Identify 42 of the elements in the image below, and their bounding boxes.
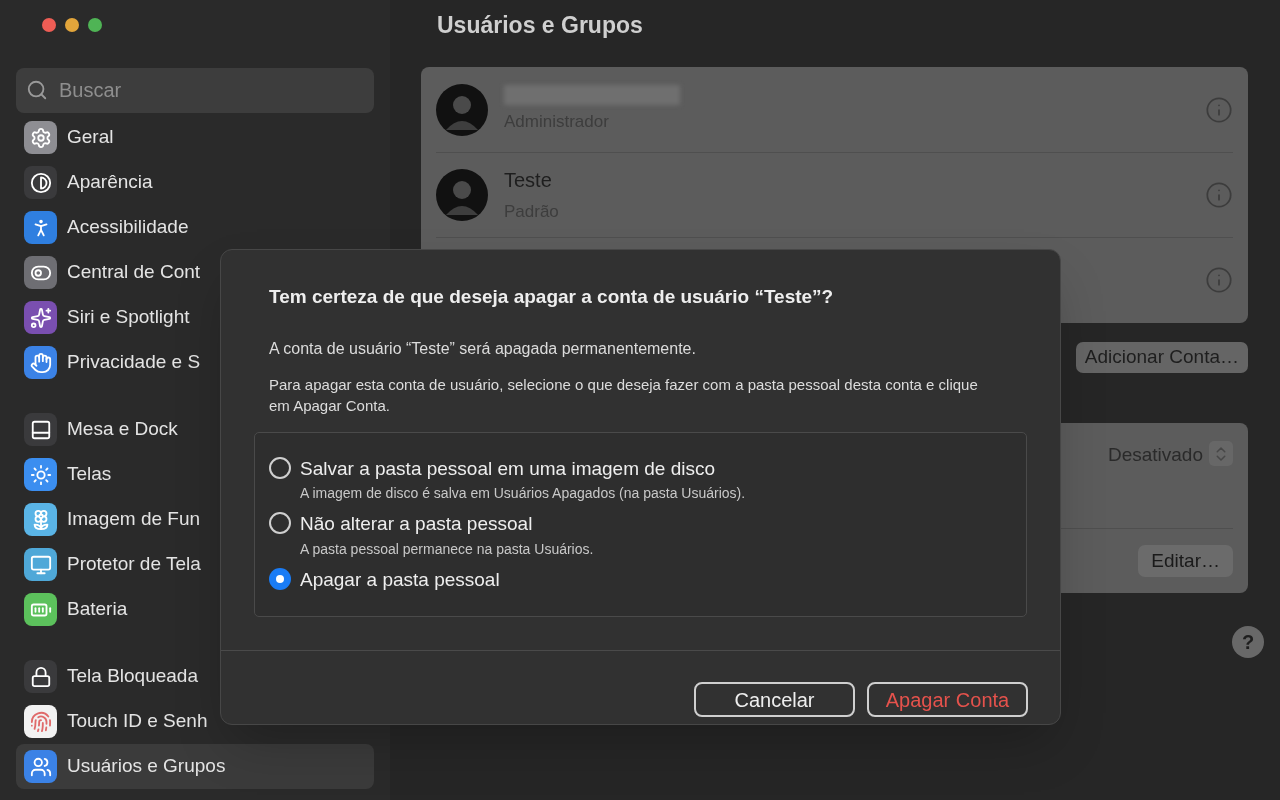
close-window-button[interactable] bbox=[42, 18, 56, 32]
sidebar-label: Tela Bloqueada bbox=[67, 664, 198, 689]
option-description: A imagem de disco é salva em Usuários Apagados (na pasta Usuários). bbox=[300, 484, 746, 503]
sidebar-label: Geral bbox=[67, 125, 114, 150]
sidebar-item[interactable]: Usuários e Grupos bbox=[16, 744, 374, 789]
delete-account-button[interactable]: Apagar Conta bbox=[867, 682, 1028, 717]
radio-button[interactable] bbox=[269, 456, 291, 479]
dialog-message: A conta de usuário “Teste” será apagada permanentemente. bbox=[269, 338, 697, 359]
option-label[interactable]: Não alterar a pasta pessoal bbox=[300, 510, 594, 539]
sidebar-label: Aparência bbox=[67, 170, 153, 195]
sidebar-item[interactable]: Geral bbox=[16, 115, 374, 160]
sidebar-item[interactable]: Touch ID e Senh bbox=[16, 699, 374, 744]
sidebar-item[interactable]: Tela Bloqueada bbox=[16, 654, 374, 699]
radio-button[interactable] bbox=[269, 512, 291, 534]
sidebar-label: Protetor de Tela bbox=[67, 552, 201, 577]
dialog-title: Tem certeza de que deseja apagar a conta de usuário “Teste”? bbox=[269, 285, 835, 309]
sidebar-label: Central de Cont bbox=[67, 260, 201, 285]
sidebar-label: Mesa e Dock bbox=[67, 417, 178, 442]
sidebar-label: Imagem de Fun bbox=[67, 507, 201, 532]
sidebar-label: Telas bbox=[67, 462, 112, 487]
option-label[interactable]: Apagar a pasta pessoal bbox=[300, 565, 500, 594]
search-icon bbox=[26, 79, 48, 101]
dialog-instructions: Para apagar esta conta de usuário, selecione o que deseja fazer com a pasta pessoal desta conta e clique em Apagar Conta. bbox=[269, 374, 979, 416]
avatar-icon bbox=[436, 169, 488, 221]
account-name: Teste bbox=[504, 168, 553, 194]
radio-button[interactable] bbox=[269, 567, 291, 590]
option-description: A pasta pessoal permanece na pasta Usuários. bbox=[300, 539, 594, 559]
minimize-window-button[interactable] bbox=[65, 18, 79, 32]
option-label[interactable]: Salvar a pasta pessoal em uma imagem de disco bbox=[300, 454, 746, 483]
search-field[interactable]: Buscar bbox=[16, 68, 374, 113]
cancel-button[interactable]: Cancelar bbox=[694, 682, 855, 717]
window-title: Usuários e Grupos bbox=[437, 10, 643, 40]
sidebar-item[interactable]: Acessibilidade bbox=[16, 205, 374, 250]
sidebar-label: Privacidade e S bbox=[67, 350, 201, 375]
sidebar-label: Siri e Spotlight bbox=[67, 305, 190, 330]
zoom-window-button[interactable] bbox=[88, 18, 102, 32]
sidebar-label: Usuários e Grupos bbox=[67, 754, 226, 779]
sidebar-item[interactable]: Aparência bbox=[16, 160, 374, 205]
avatar-icon bbox=[436, 83, 488, 136]
sidebar-label: Touch ID e Senh bbox=[67, 709, 208, 734]
sidebar-label: Bateria bbox=[67, 597, 128, 622]
sidebar-label: Acessibilidade bbox=[67, 215, 189, 240]
